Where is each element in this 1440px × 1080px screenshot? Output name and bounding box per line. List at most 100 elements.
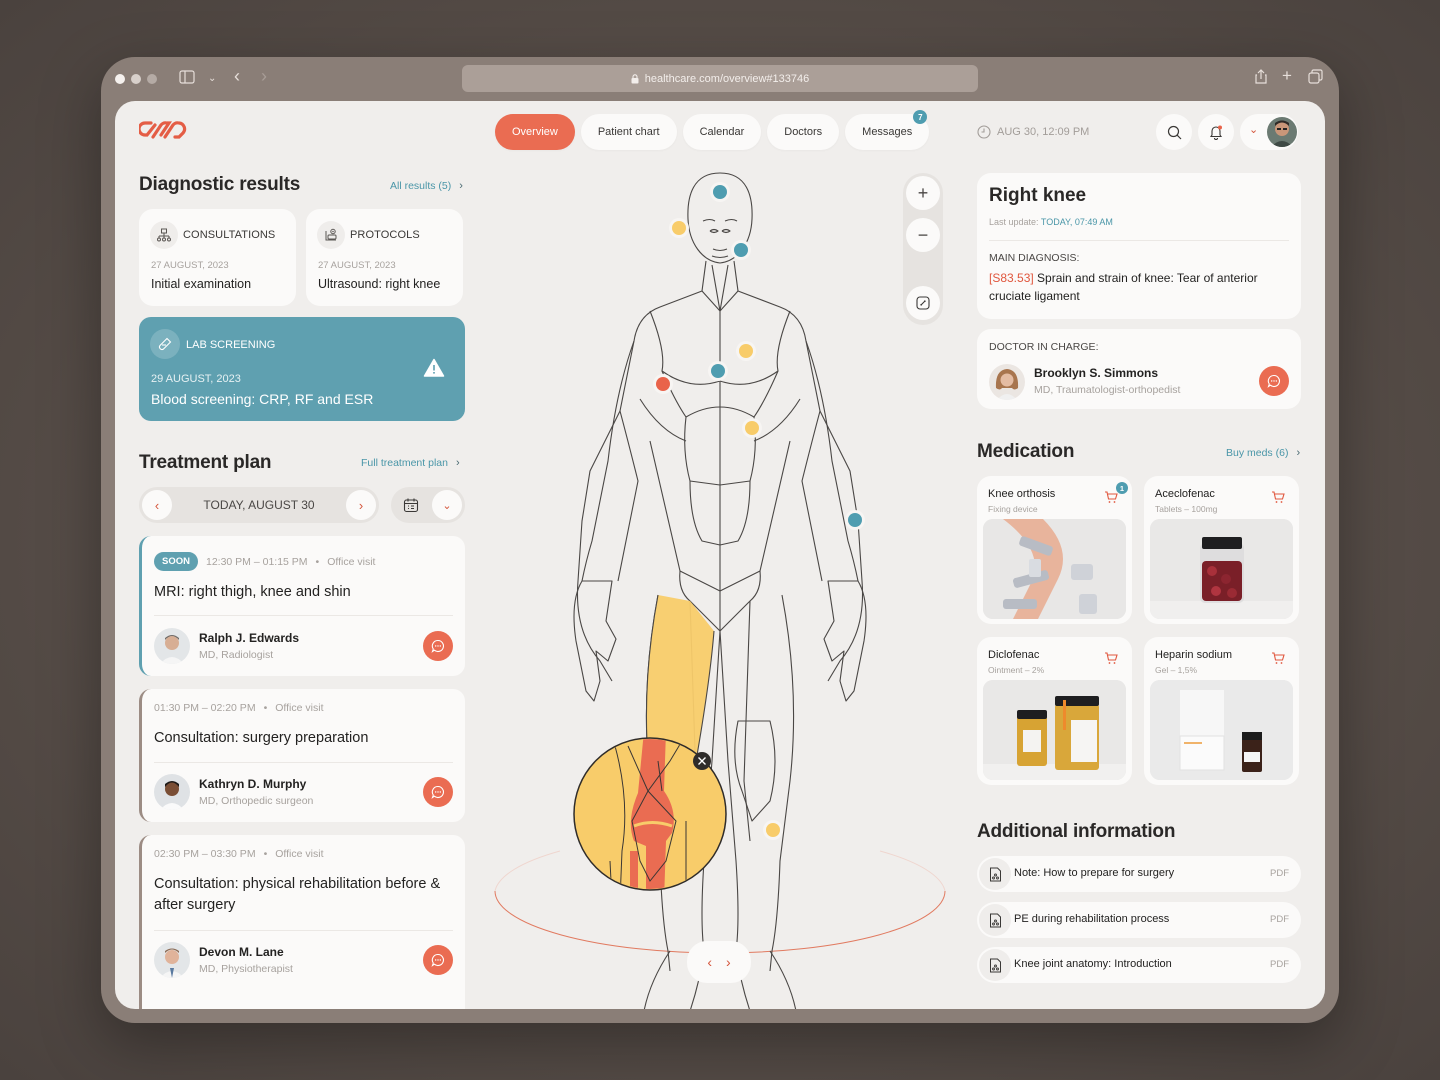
pdf-file-icon [979,858,1011,890]
chevron-down-icon[interactable]: ⌄ [208,69,216,89]
current-datetime: AUG 30, 12:09 PM [977,125,1089,139]
diclofenac-image [983,680,1126,780]
new-tab-button[interactable]: + [1282,66,1292,86]
separator-dot: • [315,555,320,568]
medication-card[interactable]: Diclofenac Ointment – 2% [977,637,1132,785]
tab-messages[interactable]: Messages 7 [845,110,930,150]
rotate-right-button[interactable]: › [726,954,731,970]
zoom-in-button[interactable]: + [906,176,940,210]
lab-date: 29 AUGUST, 2023 [151,373,241,385]
zoom-out-button[interactable]: − [906,218,940,252]
doctor-avatar [154,774,190,810]
rotate-left-button[interactable]: ‹ [707,954,712,970]
add-to-cart-icon[interactable] [1271,651,1285,665]
url-text: healthcare.com/overview#133746 [644,72,810,85]
medication-subtitle: Ointment – 2% [988,665,1045,675]
maximize-window-button[interactable] [147,74,157,84]
calendar-dropdown-button[interactable]: ⌄ [432,490,462,520]
fit-view-icon [916,296,930,310]
chat-icon [431,639,444,653]
doctor-name: Devon M. Lane [199,945,284,959]
diagnosis-label: MAIN DIAGNOSIS: [989,252,1080,264]
body-marker-sternum[interactable] [711,364,725,378]
notifications-button[interactable] [1198,114,1234,150]
all-results-link[interactable]: All results (5) › [390,180,463,192]
appointment-title: Consultation: physical rehabilitation be… [154,876,441,913]
diagnostic-card-consultations[interactable]: CONSULTATIONS 27 AUGUST, 2023 Initial ex… [139,209,296,306]
browser-window: ⌄ ‹ › healthcare.com/overview#133746 + O… [101,57,1339,1023]
medication-subtitle: Gel – 1,5% [1155,665,1198,675]
body-marker-ear[interactable] [672,221,686,235]
body-marker-chest[interactable] [739,344,753,358]
rotation-ring-fade [494,850,561,892]
medication-subtitle: Fixing device [988,504,1038,514]
datetime-text: AUG 30, 12:09 PM [997,126,1090,138]
chat-button[interactable] [1259,366,1289,396]
app-logo[interactable] [137,119,189,146]
body-marker-abdomen[interactable] [745,421,759,435]
diagnosis-code: [S83.53] [989,271,1034,285]
share-icon[interactable] [1255,69,1267,89]
diagnostic-card-protocols[interactable]: PROTOCOLS 27 AUGUST, 2023 Ultrasound: ri… [306,209,463,306]
clock-icon [977,125,991,139]
doctor-avatar [154,942,190,978]
body-marker-head-top[interactable] [713,185,727,199]
next-day-button[interactable]: › [346,490,376,520]
minimize-window-button[interactable] [131,74,141,84]
body-marker-left-wrist[interactable] [848,513,862,527]
appointment-kind: Office visit [327,555,376,568]
tab-overview[interactable]: Overview [495,114,575,150]
sidebar-toggle-icon[interactable] [179,69,195,89]
chat-button[interactable] [423,631,453,661]
bell-icon [1209,125,1223,140]
fit-view-button[interactable] [906,286,940,320]
tab-doctors[interactable]: Doctors [767,114,840,150]
document-title: PE during rehabilitation process [1014,913,1170,925]
search-button[interactable] [1156,114,1192,150]
tab-patient-chart[interactable]: Patient chart [580,114,677,150]
body-map[interactable] [490,161,950,1009]
pdf-document-row[interactable]: Knee joint anatomy: Introduction PDF [977,947,1301,983]
chat-icon [1267,374,1280,388]
medication-card[interactable]: Heparin sodium Gel – 1,5% [1144,637,1299,785]
chat-button[interactable] [423,777,453,807]
medication-card[interactable]: Aceclofenac Tablets – 100mg [1144,476,1299,624]
add-to-cart-icon[interactable] [1104,490,1118,504]
add-to-cart-icon[interactable] [1104,651,1118,665]
add-to-cart-icon[interactable] [1271,490,1285,504]
body-marker-jaw[interactable] [734,243,748,257]
pdf-document-row[interactable]: PE during rehabilitation process PDF [977,902,1301,938]
tab-label: Patient chart [597,126,660,138]
medication-card[interactable]: Knee orthosis Fixing device 1 [977,476,1132,624]
appointment-card[interactable]: SOON 12:30 PM – 01:15 PM • Office visit … [139,536,465,676]
cart-count-badge: 1 [1116,482,1128,494]
body-part-title: Right knee [989,185,1087,206]
close-window-button[interactable] [115,74,125,84]
calendar-icon[interactable] [403,497,419,518]
user-menu[interactable]: ⌄ [1240,114,1298,150]
doctor-in-charge-label: DOCTOR IN CHARGE: [989,341,1099,353]
address-bar[interactable]: healthcare.com/overview#133746 [462,65,978,92]
tab-label: Doctors [784,126,823,138]
lab-screening-card[interactable]: LAB SCREENING 29 AUGUST, 2023 Blood scre… [139,317,465,421]
diagnostic-type: PROTOCOLS [350,229,420,241]
body-marker-left-ankle[interactable] [766,823,780,837]
pdf-document-row[interactable]: Note: How to prepare for surgery PDF [977,856,1301,892]
forward-button[interactable]: › [261,66,267,86]
appointment-card[interactable]: 02:30 PM – 03:30 PM • Office visit Consu… [139,835,465,1009]
last-update: Last update: TODAY, 07:49 AM [989,217,1113,227]
chat-button[interactable] [423,945,453,975]
link-label: All results (5) [390,180,452,192]
back-button[interactable]: ‹ [234,66,240,86]
tab-calendar[interactable]: Calendar [682,114,762,150]
appointment-time: 02:30 PM – 03:30 PM [154,848,256,860]
tabs-overview-icon[interactable] [1308,69,1323,89]
date-navigator: ‹ TODAY, AUGUST 30 › [139,487,379,523]
org-chart-icon [150,221,178,249]
diagnostic-results-title: Diagnostic results [139,174,301,195]
appointment-card[interactable]: 01:30 PM – 02:20 PM • Office visit Consu… [139,689,465,822]
full-treatment-plan-link[interactable]: Full treatment plan › [361,457,460,469]
buy-meds-link[interactable]: Buy meds (6) › [1226,447,1300,459]
body-marker-ribs[interactable] [656,377,670,391]
divider [989,240,1289,241]
